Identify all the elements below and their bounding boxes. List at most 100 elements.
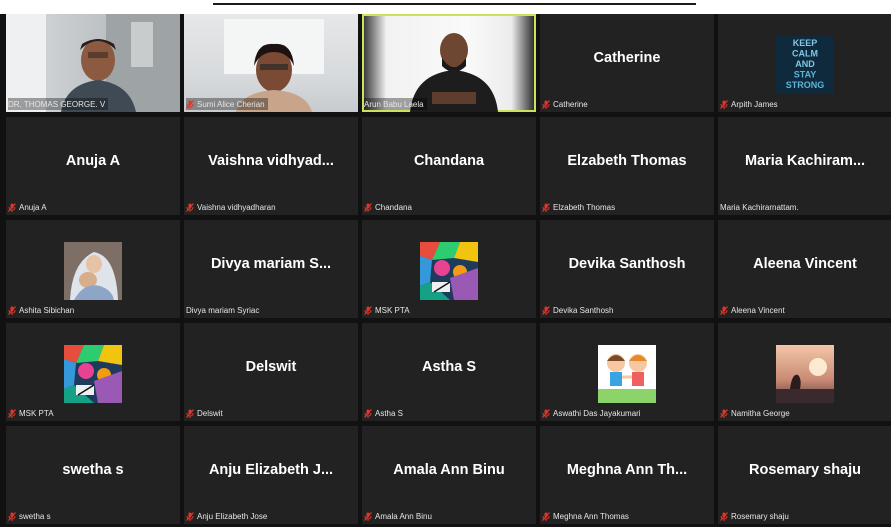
mic-muted-icon [8,202,16,212]
participant-name-label: Sumi Alice Cherian [186,98,268,110]
participant-tile[interactable]: Arun Babu Laela [362,14,536,112]
participant-tile[interactable]: Catherine Catherine [540,14,714,112]
participant-name-label: Chandana [364,201,415,213]
participant-tile[interactable]: Namitha George [718,323,891,421]
participant-name-label: Ashita Sibichan [8,304,77,316]
participant-name-text: Ashita Sibichan [19,305,75,315]
kids-avatar [598,345,656,403]
participant-name-label: Delswit [186,407,226,419]
participant-name-text: Elzabeth Thomas [553,202,616,212]
keep-calm-text: STRONG [786,80,825,90]
participant-tile[interactable]: MSK PTA [6,323,180,421]
participant-name-text: Catherine [553,99,588,109]
participant-name-label: Rosemary shaju [720,510,792,522]
participant-tile[interactable]: Ashita Sibichan [6,220,180,318]
top-bar [0,0,891,14]
participant-name-text: Sumi Alice Cherian [197,99,265,109]
participant-name-label: Devika Santhosh [542,304,616,316]
mosaic-avatar [64,345,122,403]
participant-name-label: Aswathi Das Jayakumari [542,407,644,419]
participant-display-name: Anuja A [65,153,121,169]
participant-name-text: Aleena Vincent [731,305,785,315]
participant-tile[interactable]: Amala Ann Binu Amala Ann Binu [362,426,536,524]
participant-name-text: Delswit [197,408,223,418]
participant-display-name: Vaishna vidhyad... [208,153,334,169]
mic-muted-icon [186,511,194,521]
participant-name-text: Rosemary shaju [731,511,789,521]
participant-tile[interactable]: Astha S Astha S [362,323,536,421]
participant-name-text: Astha S [375,408,404,418]
keep-calm-avatar: KEEP CALM AND STAY STRONG [776,36,834,94]
participant-tile[interactable]: Aleena Vincent Aleena Vincent [718,220,891,318]
participant-display-name: Devika Santhosh [568,256,686,272]
participant-name-text: Meghna Ann Thomas [553,511,629,521]
participant-tile[interactable]: Divya mariam S... Divya mariam Syriac [184,220,358,318]
participant-tile[interactable]: Vaishna vidhyad... Vaishna vidhyadharan [184,117,358,215]
participant-name-label: Amala Ann Binu [364,510,435,522]
participant-name-text: Anju Elizabeth Jose [197,511,268,521]
participant-tile[interactable]: Anuja A Anuja A [6,117,180,215]
participant-name-text: swetha s [19,511,51,521]
participant-name-label: Astha S [364,407,406,419]
mic-muted-icon [8,511,16,521]
participant-name-text: Divya mariam Syriac [186,305,260,315]
participant-name-label: Vaishna vidhyadharan [186,201,279,213]
participant-name-label: Maria Kachirarnattam. [720,201,802,213]
participant-name-label: Arun Babu Laela [364,98,427,110]
participant-tile[interactable]: Chandana Chandana [362,117,536,215]
participant-tile[interactable]: Delswit Delswit [184,323,358,421]
participant-tile[interactable]: MSK PTA [362,220,536,318]
participant-name-text: Namitha George [731,408,790,418]
participant-tile[interactable]: Rosemary shaju Rosemary shaju [718,426,891,524]
participant-name-label: Elzabeth Thomas [542,201,618,213]
mic-muted-icon [186,408,194,418]
mic-muted-icon [542,511,550,521]
participant-display-name: Rosemary shaju [748,462,862,478]
participant-name-text: Devika Santhosh [553,305,614,315]
participant-name-label: swetha s [8,510,54,522]
participant-name-label: Aleena Vincent [720,304,788,316]
mic-muted-icon [364,511,372,521]
mic-muted-icon [720,511,728,521]
participant-tile[interactable]: Meghna Ann Th... Meghna Ann Thomas [540,426,714,524]
participant-tile[interactable]: DR. THOMAS GEORGE. V [6,14,180,112]
participant-name-text: Anuja A [19,202,47,212]
participant-display-name: swetha s [62,462,124,478]
gallery-grid: DR. THOMAS GEORGE. V Sumi Alice Cherian Ar… [6,14,891,527]
participant-name-text: Amala Ann Binu [375,511,432,521]
participant-tile[interactable]: swetha s swetha s [6,426,180,524]
participant-tile[interactable]: Elzabeth Thomas Elzabeth Thomas [540,117,714,215]
participant-name-label: Anju Elizabeth Jose [186,510,270,522]
participant-name-text: Maria Kachirarnattam. [720,202,799,212]
mic-muted-icon [186,202,194,212]
mic-muted-icon [186,99,194,109]
participant-tile[interactable]: Aswathi Das Jayakumari [540,323,714,421]
keep-calm-text: CALM [792,49,818,59]
participant-tile[interactable]: Devika Santhosh Devika Santhosh [540,220,714,318]
mic-muted-icon [364,408,372,418]
participant-name-label: Catherine [542,98,591,110]
participant-display-name: Catherine [593,50,661,66]
participant-name-text: MSK PTA [375,305,410,315]
participant-name-text: Vaishna vidhyadharan [197,202,276,212]
mother-child-avatar [64,242,122,300]
participant-tile[interactable]: KEEP CALM AND STAY STRONG Arpith James [718,14,891,112]
participant-name-label: MSK PTA [364,304,413,316]
participant-display-name: Delswit [245,359,297,375]
mic-muted-icon [542,99,550,109]
participant-display-name: Meghna Ann Th... [566,462,688,478]
mic-muted-icon [542,202,550,212]
participant-tile[interactable]: Anju Elizabeth J... Anju Elizabeth Jose [184,426,358,524]
mic-muted-icon [364,305,372,315]
participant-name-label: Anuja A [8,201,50,213]
participant-tile[interactable]: Maria Kachiram... Maria Kachirarnattam. [718,117,891,215]
participant-name-text: Arpith James [731,99,778,109]
participant-tile[interactable]: Sumi Alice Cherian [184,14,358,112]
participant-name-label: Namitha George [720,407,793,419]
mic-muted-icon [364,202,372,212]
mic-muted-icon [542,305,550,315]
participant-name-label: Arpith James [720,98,781,110]
mic-muted-icon [720,99,728,109]
keep-calm-text: KEEP [793,38,818,48]
keep-calm-text: AND [795,59,815,69]
